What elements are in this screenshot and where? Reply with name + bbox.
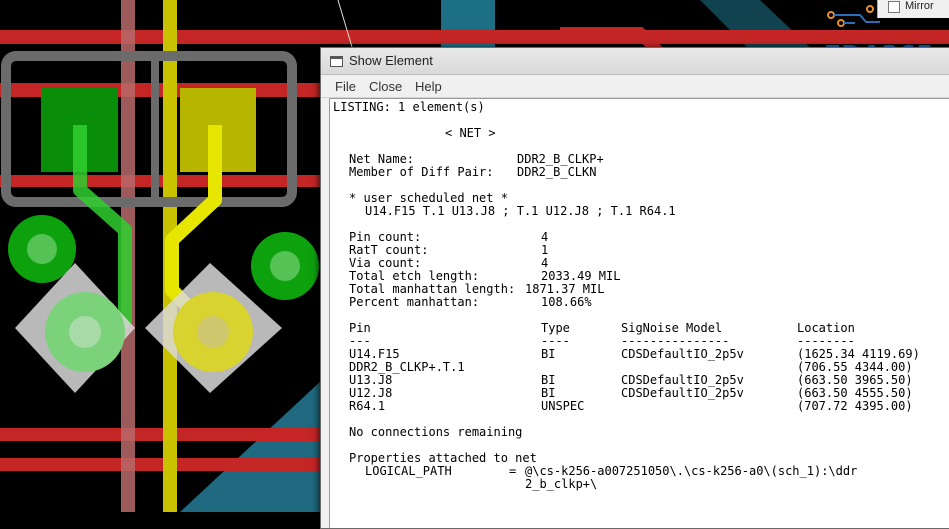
property-name: LOGICAL_PATH bbox=[365, 464, 452, 478]
pin-model: CDSDefaultIO_2p5v bbox=[621, 347, 744, 361]
listing-header: LISTING: 1 element(s) bbox=[333, 100, 485, 114]
window-title: Show Element bbox=[349, 53, 433, 68]
menu-help[interactable]: Help bbox=[415, 79, 442, 94]
diff-pair-label: Member of Diff Pair: bbox=[349, 165, 494, 179]
property-equals: = bbox=[509, 464, 517, 478]
top-right-toolbar: Mirror bbox=[877, 0, 949, 18]
diff-pair-value: DDR2_B_CLKN bbox=[517, 165, 597, 179]
show-element-window: Show Element File Close Help LISTING: 1 … bbox=[320, 47, 949, 529]
window-icon bbox=[330, 56, 343, 67]
pin-type: UNSPEC bbox=[541, 399, 585, 413]
property-value-continued: 2_b_clkp+\ bbox=[525, 477, 598, 491]
window-titlebar[interactable]: Show Element bbox=[321, 48, 949, 75]
schedule-line: U14.F15 T.1 U13.J8 ; T.1 U12.J8 ; T.1 R6… bbox=[365, 204, 676, 218]
pin-location: (707.72 4395.00) bbox=[797, 399, 913, 413]
listing-text-area[interactable]: LISTING: 1 element(s) < NET > Net Name: … bbox=[329, 98, 949, 528]
pin-type: BI bbox=[541, 347, 556, 361]
mirror-label: Mirror bbox=[905, 0, 934, 12]
stat-label: Percent manhattan: bbox=[349, 295, 480, 309]
connections-status: No connections remaining bbox=[349, 425, 523, 439]
menu-bar: File Close Help bbox=[321, 75, 949, 98]
mirror-checkbox[interactable] bbox=[888, 1, 900, 13]
stat-value: 108.66% bbox=[541, 295, 592, 309]
pin-model: CDSDefaultIO_2p5v bbox=[621, 386, 744, 400]
menu-file[interactable]: File bbox=[335, 79, 356, 94]
pin-name: R64.1 bbox=[349, 399, 386, 413]
menu-close[interactable]: Close bbox=[369, 79, 402, 94]
net-section-title: < NET > bbox=[445, 126, 496, 140]
